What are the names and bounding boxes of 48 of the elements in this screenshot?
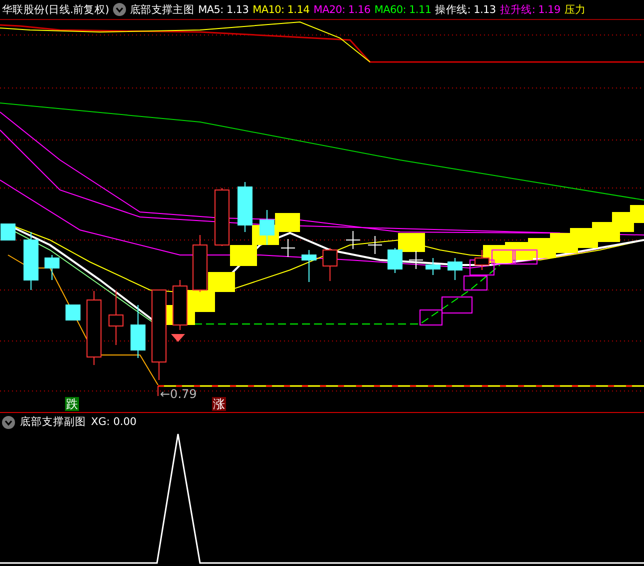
outline-block xyxy=(470,260,494,276)
indicator-name: 底部支撑主图 xyxy=(130,2,194,16)
indicator-value: MA10: 1.14 xyxy=(252,4,310,16)
outline-block xyxy=(464,276,488,290)
candlestick xyxy=(24,232,38,290)
doji-cross xyxy=(280,238,296,258)
candlestick xyxy=(238,182,252,232)
candlestick xyxy=(108,290,124,346)
candlestick xyxy=(322,248,338,282)
doji-cross xyxy=(346,230,360,250)
candlestick xyxy=(388,248,402,274)
sub-indicator-name: 底部支撑副图 xyxy=(20,415,86,429)
low-price-label: ←0.79 xyxy=(160,387,197,401)
candlestick xyxy=(44,254,60,280)
signal-block xyxy=(275,213,300,232)
indicator-value: 拉升线: 1.19 xyxy=(500,2,560,16)
outline-block xyxy=(492,250,516,264)
indicator-value: 操作线: 1.13 xyxy=(435,2,496,16)
doji-cross xyxy=(368,236,382,254)
dropdown-icon[interactable] xyxy=(2,416,15,428)
rise-signal: 涨 xyxy=(212,397,226,411)
candlestick xyxy=(192,234,208,292)
sub-indicator-value: XG: 0.00 xyxy=(91,416,137,428)
candlestick xyxy=(474,250,490,270)
outline-block xyxy=(512,250,538,264)
candlestick xyxy=(426,258,440,276)
candlestick xyxy=(130,304,146,358)
signal-block xyxy=(398,233,425,252)
outline-block xyxy=(442,296,472,314)
signal-block xyxy=(230,245,257,266)
stock-name: 华联股份(日线.前复权) xyxy=(2,2,109,16)
dropdown-icon[interactable] xyxy=(112,3,126,16)
candlestick xyxy=(448,258,462,280)
outline-block xyxy=(420,310,442,326)
candlestick xyxy=(66,304,80,320)
signal-block xyxy=(187,290,215,312)
indicator-value: MA60: 1.11 xyxy=(374,4,432,16)
candlestick xyxy=(214,188,230,246)
candlestick xyxy=(172,280,188,330)
indicator-value: 压力 xyxy=(564,2,586,16)
candlestick xyxy=(260,210,274,246)
candlestick xyxy=(302,250,316,282)
signal-block xyxy=(208,272,235,292)
indicator-value: MA20: 1.16 xyxy=(313,4,370,16)
fall-signal: 跌 xyxy=(65,397,79,411)
candlestick xyxy=(0,224,16,240)
doji-cross xyxy=(408,250,424,270)
indicator-value: MA5: 1.13 xyxy=(198,4,249,16)
